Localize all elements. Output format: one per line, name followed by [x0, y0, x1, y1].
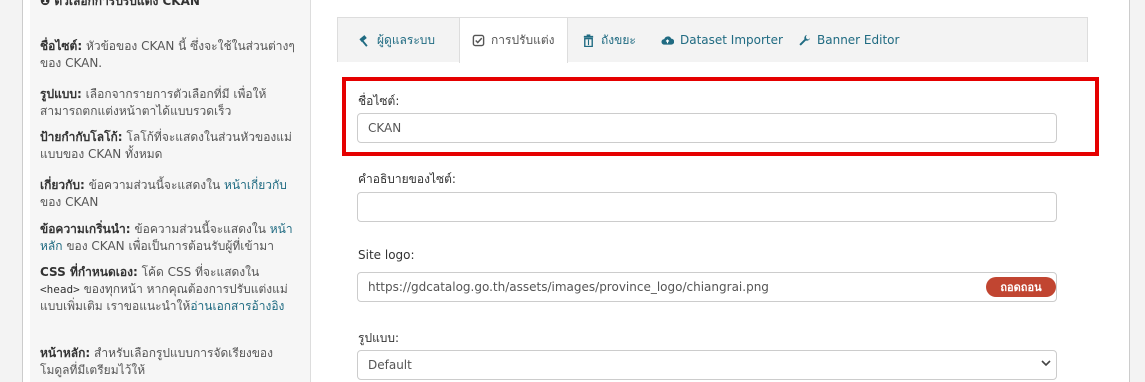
sidebar-entry-custom-css: CSS ที่กำหนดเอง: โค้ด CSS ที่จะแสดงใน <h… — [40, 264, 302, 315]
site-description-input[interactable] — [357, 192, 1057, 222]
trash-icon — [583, 33, 594, 47]
sidebar-text: โค้ด CSS ที่จะแสดงใน — [137, 265, 260, 279]
head-code: <head> — [40, 283, 80, 296]
tab-label: ผู้ดูแลระบบ — [377, 32, 436, 47]
tab-banner-editor[interactable]: Banner Editor — [798, 18, 899, 62]
tab-label: Banner Editor — [817, 33, 900, 47]
sidebar-text: ข้อความส่วนนี้จะแสดงใน — [84, 178, 224, 192]
site-logo-url: https://gdcatalog.go.th/assets/images/pr… — [368, 280, 769, 294]
site-description-label: คำอธิบายของไซต์: — [358, 172, 456, 186]
sidebar-entry-homepage: หน้าหลัก: สำหรับเลือกรูปแบบการจัดเรียงขอ… — [40, 345, 302, 379]
sidebar-entry-about: เกี่ยวกับ: ข้อความส่วนนี้จะแสดงใน หน้าเก… — [40, 177, 302, 211]
tab-label: การปรับแต่ง — [491, 33, 555, 47]
docs-link[interactable]: อ่านเอกสารอ้างอิง — [190, 299, 284, 313]
chevron-down-icon — [1041, 360, 1051, 367]
check-square-icon — [472, 34, 485, 47]
help-sidebar: ❶ ตัวเลือกการปรับแต่ง CKAN ชื่อไซต์: หัว… — [30, 0, 311, 382]
sidebar-term: หน้าหลัก: — [40, 346, 91, 360]
sidebar-title: ❶ ตัวเลือกการปรับแต่ง CKAN — [40, 0, 200, 8]
style-select[interactable]: Default — [357, 350, 1057, 380]
sidebar-text: ข้อความส่วนนี้จะแสดงใน — [130, 222, 270, 236]
tab-dataset-importer[interactable]: Dataset Importer — [661, 18, 783, 62]
sidebar-term: ชื่อไซต์: — [40, 39, 83, 53]
sidebar-term: เกี่ยวกับ: — [40, 178, 85, 192]
sidebar-term: รูปแบบ: — [40, 87, 82, 101]
highlight-box — [342, 77, 1099, 156]
style-label: รูปแบบ: — [358, 331, 400, 345]
sidebar-entry-site-title: ชื่อไซต์: หัวข้อของ CKAN นี้ ซึ่งจะใช้ใน… — [40, 38, 302, 72]
sidebar-text: ของ CKAN เพื่อเป็นการต้อนรับผู้ที่เข้ามา — [62, 239, 274, 253]
admin-tabs: ผู้ดูแลระบบ การปรับแต่ง ถังขยะ Dataset I… — [337, 17, 1088, 63]
tab-label: ถังขยะ — [601, 32, 636, 47]
remove-logo-button[interactable]: ถอดถอน — [986, 277, 1056, 297]
site-logo-input[interactable]: https://gdcatalog.go.th/assets/images/pr… — [357, 272, 1057, 302]
sidebar-entry-style: รูปแบบ: เลือกจากรายการตัวเลือกที่มี เพื่… — [40, 86, 302, 120]
site-logo-label: Site logo: — [358, 248, 415, 262]
sidebar-text: ของ CKAN — [40, 195, 99, 209]
sidebar-term: CSS ที่กำหนดเอง: — [40, 265, 138, 279]
tab-label: Dataset Importer — [680, 33, 783, 47]
sidebar-entry-intro: ข้อความเกริ่นนำ: ข้อความส่วนนี้จะแสดงใน … — [40, 221, 302, 255]
tab-sysadmins[interactable]: ผู้ดูแลระบบ — [358, 18, 435, 62]
tab-trash[interactable]: ถังขยะ — [582, 18, 636, 62]
cloud-upload-icon — [661, 35, 674, 45]
about-page-link[interactable]: หน้าเกี่ยวกับ — [224, 178, 287, 192]
wrench-icon — [799, 34, 811, 46]
sidebar-term: ป้ายกำกับโลโก้: — [40, 130, 123, 144]
sidebar-term: ข้อความเกริ่นนำ: — [40, 222, 131, 236]
sidebar-entry-logo: ป้ายกำกับโลโก้: โลโก้ที่จะแสดงในส่วนหัวข… — [40, 129, 302, 163]
tab-config[interactable]: การปรับแต่ง — [459, 18, 568, 63]
gavel-icon — [359, 34, 368, 47]
style-selected-value: Default — [368, 358, 412, 372]
